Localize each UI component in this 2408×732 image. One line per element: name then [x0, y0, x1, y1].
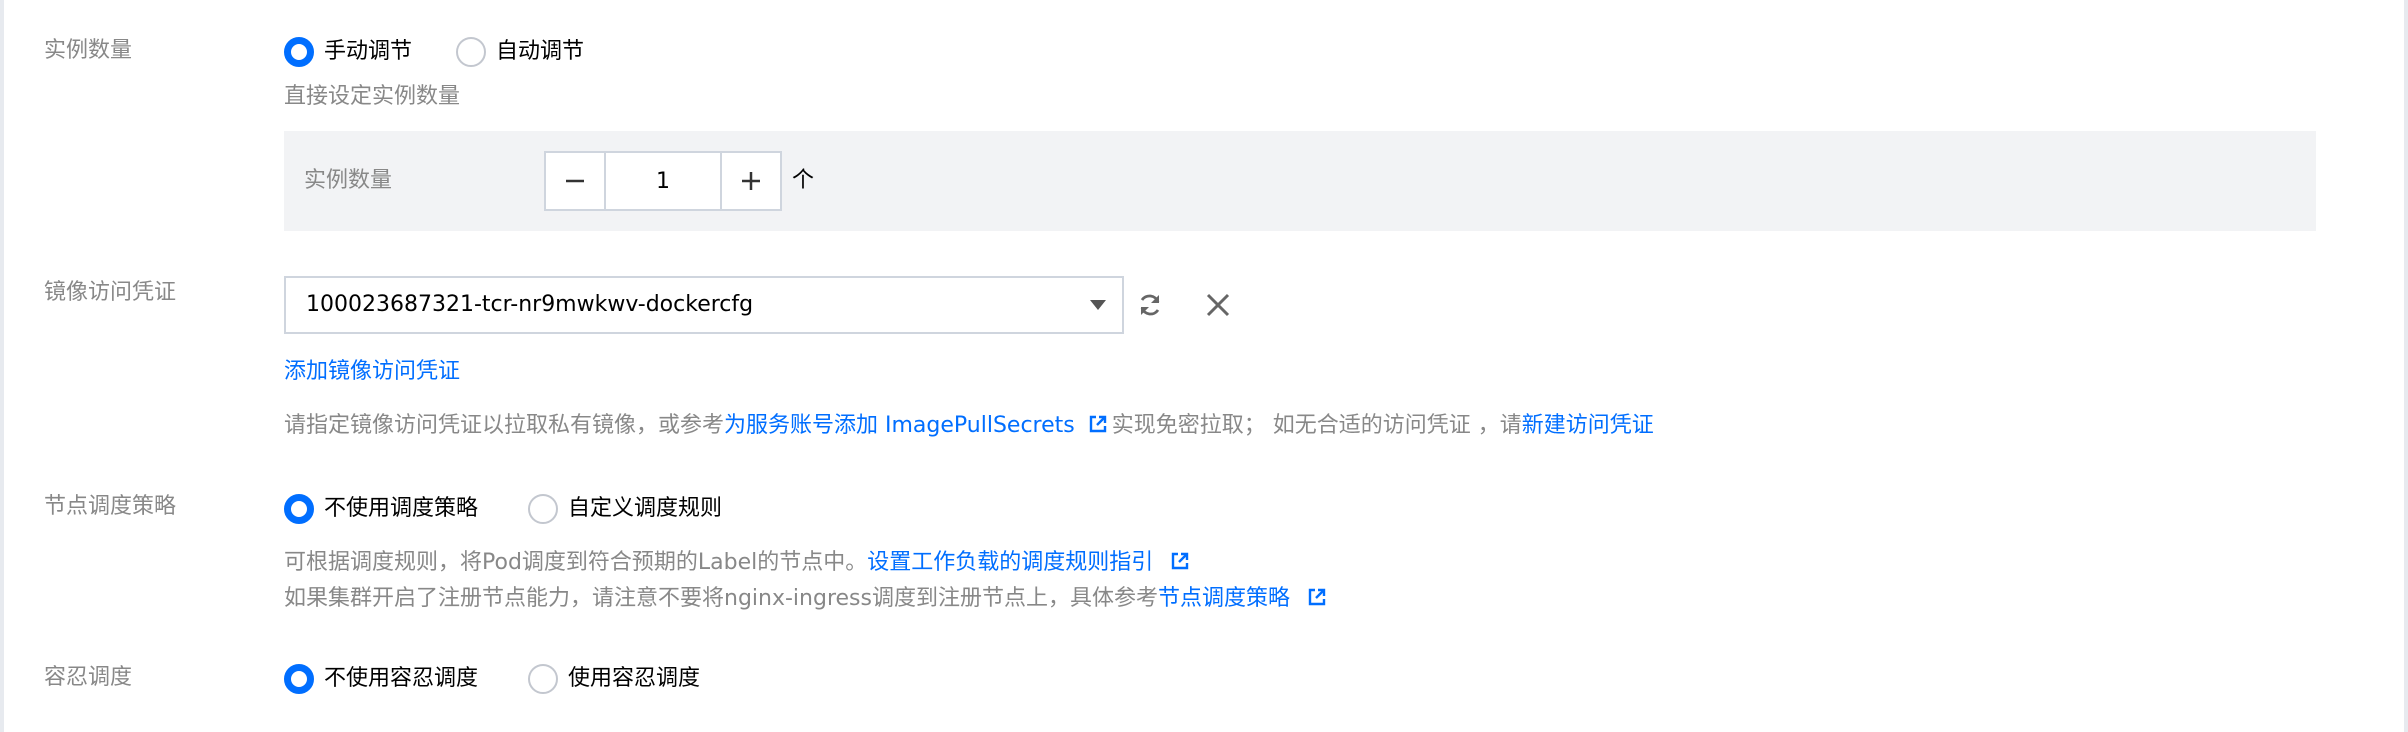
left-border	[0, 0, 4, 732]
hint-text: 实现免密拉取； 如无合适的访问凭证 ，请	[1111, 413, 1522, 438]
radio-use-toleration-label: 使用容忍调度	[568, 666, 701, 691]
imagepullsecrets-doc-link[interactable]: 为服务账号添加 ImagePullSecrets	[724, 413, 1075, 438]
clear-button[interactable]	[1202, 289, 1234, 321]
plus-icon	[742, 172, 760, 190]
refresh-button[interactable]	[1134, 289, 1166, 321]
external-link-icon	[1172, 552, 1189, 570]
radio-checked-indicator	[284, 494, 314, 524]
radio-unchecked-indicator	[528, 664, 558, 694]
create-access-credential-link[interactable]: 新建访问凭证	[1522, 413, 1654, 438]
radio-custom-scheduling-rule[interactable]: 自定义调度规则	[528, 494, 722, 524]
panel-replicas-label: 实例数量	[304, 168, 393, 193]
image-pull-secret-value: 100023687321-tcr-nr9mwkwv-dockercfg	[306, 292, 754, 317]
radio-no-scheduling-policy-label: 不使用调度策略	[324, 496, 479, 521]
external-link-icon	[1089, 415, 1106, 433]
replicas-label: 实例数量	[44, 38, 133, 63]
image-pull-secret-label: 镜像访问凭证	[44, 280, 177, 305]
radio-use-toleration[interactable]: 使用容忍调度	[528, 664, 700, 694]
external-link-icon	[1308, 588, 1326, 606]
radio-custom-scheduling-rule-label: 自定义调度规则	[568, 496, 723, 521]
node-scheduling-policy-link[interactable]: 节点调度策略	[1158, 586, 1290, 611]
radio-no-toleration-label: 不使用容忍调度	[324, 666, 479, 691]
minus-icon	[566, 179, 584, 183]
node-scheduling-hint-2: 如果集群开启了注册节点能力，请注意不要将nginx-ingress调度到注册节点…	[284, 584, 1327, 614]
radio-auto-scaling-label: 自动调节	[496, 39, 585, 64]
replicas-stepper: 1	[544, 151, 782, 211]
close-icon	[1206, 293, 1230, 317]
refresh-icon	[1140, 294, 1160, 316]
node-scheduling-hint-1: 可根据调度规则，将Pod调度到符合预期的Label的节点中。设置工作负载的调度规…	[284, 548, 1190, 578]
radio-manual-scaling[interactable]: 手动调节	[284, 37, 412, 67]
form-page: 实例数量 手动调节 自动调节 直接设定实例数量 实例数量 1 个 镜像访问凭证 …	[0, 0, 2408, 732]
hint-text: 可根据调度规则，将Pod调度到符合预期的Label的节点中。	[284, 550, 868, 575]
radio-auto-scaling[interactable]: 自动调节	[456, 37, 584, 67]
add-image-pull-secret-link[interactable]: 添加镜像访问凭证	[284, 357, 460, 387]
chevron-down-icon	[1090, 300, 1106, 310]
replicas-unit: 个	[792, 168, 815, 193]
replicas-hint: 直接设定实例数量	[284, 84, 461, 109]
hint-text: 如果集群开启了注册节点能力，请注意不要将nginx-ingress调度到注册节点…	[284, 586, 1158, 611]
radio-no-toleration[interactable]: 不使用容忍调度	[284, 664, 478, 694]
decrement-button[interactable]	[546, 153, 604, 209]
right-border	[2404, 0, 2408, 732]
image-pull-secret-hint: 请指定镜像访问凭证以拉取私有镜像，或参考为服务账号添加 ImagePullSec…	[284, 411, 1654, 441]
increment-button[interactable]	[722, 153, 780, 209]
node-scheduling-label: 节点调度策略	[44, 494, 177, 519]
radio-unchecked-indicator	[456, 37, 486, 67]
radio-unchecked-indicator	[528, 494, 558, 524]
toleration-label: 容忍调度	[44, 665, 133, 690]
radio-checked-indicator	[284, 37, 314, 67]
radio-manual-scaling-label: 手动调节	[324, 39, 413, 64]
image-pull-secret-select[interactable]: 100023687321-tcr-nr9mwkwv-dockercfg	[284, 276, 1124, 334]
scheduling-rules-guide-link[interactable]: 设置工作负载的调度规则指引	[867, 550, 1153, 575]
replicas-input[interactable]: 1	[604, 153, 722, 209]
hint-text: 请指定镜像访问凭证以拉取私有镜像，或参考	[284, 413, 725, 438]
radio-no-scheduling-policy[interactable]: 不使用调度策略	[284, 494, 478, 524]
radio-checked-indicator	[284, 664, 314, 694]
